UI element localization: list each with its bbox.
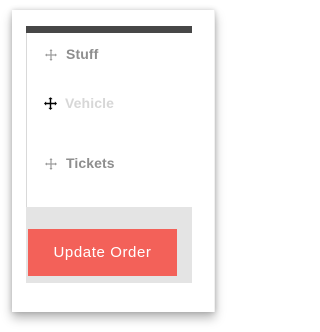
list-item-tickets[interactable]: Tickets bbox=[45, 153, 115, 173]
list-item-stuff[interactable]: Stuff bbox=[45, 44, 98, 64]
sortable-list: Stuff Vehicle Tickets bbox=[26, 33, 193, 207]
list-item-vehicle[interactable]: Vehicle bbox=[43, 93, 114, 113]
move-icon[interactable] bbox=[45, 48, 57, 61]
list-item-label: Tickets bbox=[66, 155, 115, 171]
list-item-label: Vehicle bbox=[65, 95, 114, 111]
list-item-label: Stuff bbox=[66, 46, 99, 62]
header-bar bbox=[26, 26, 192, 33]
move-icon[interactable] bbox=[45, 157, 57, 170]
update-order-button[interactable]: Update Order bbox=[28, 229, 177, 276]
move-cursor-icon[interactable] bbox=[43, 95, 58, 111]
